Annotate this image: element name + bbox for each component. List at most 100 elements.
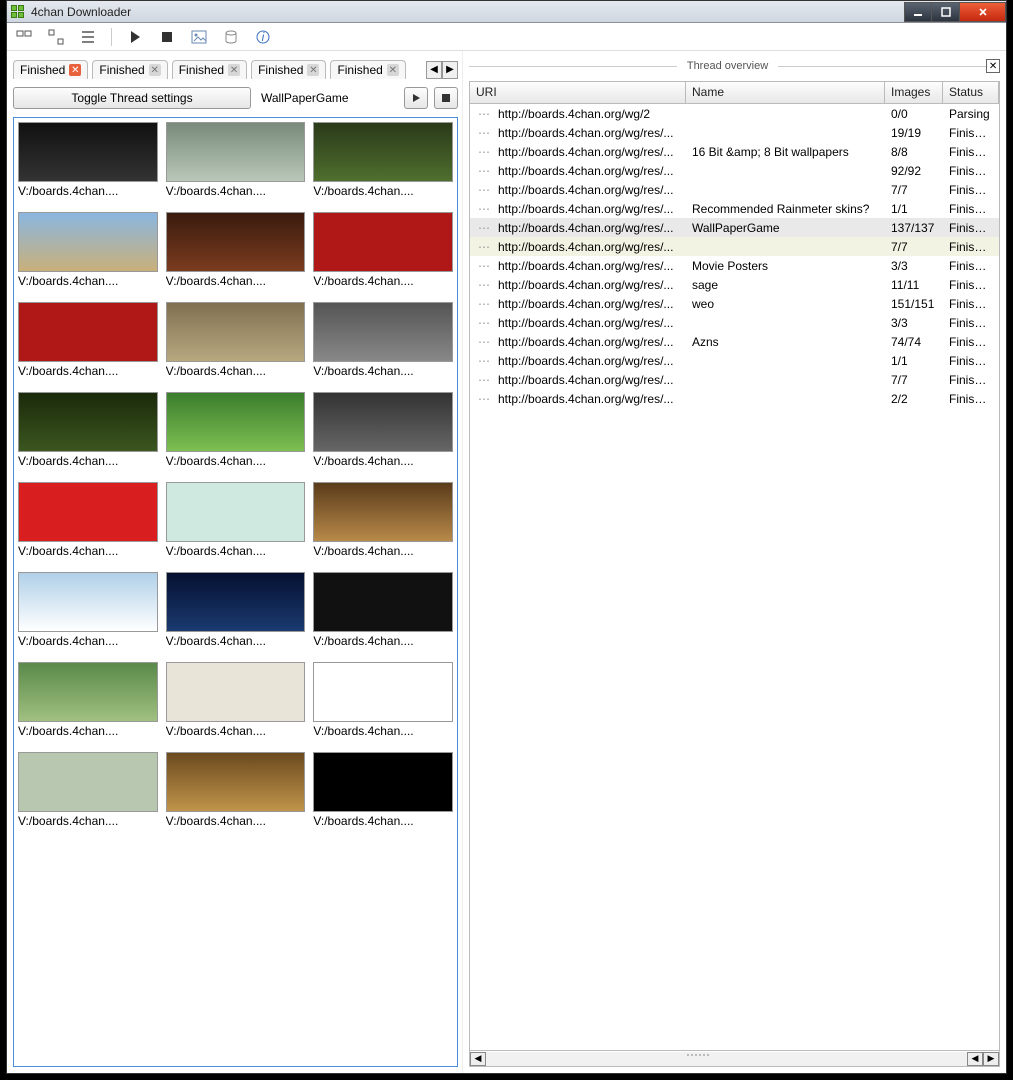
thumbnail-image[interactable] bbox=[18, 662, 158, 722]
col-status[interactable]: Status bbox=[943, 82, 999, 103]
thumbnail-image[interactable] bbox=[166, 392, 306, 452]
thumbnail-item[interactable]: V:/boards.4chan.... bbox=[18, 482, 158, 558]
hscroll-right2[interactable]: ▶ bbox=[983, 1052, 999, 1066]
thumbnail-item[interactable]: V:/boards.4chan.... bbox=[313, 482, 453, 558]
thumbnail-item[interactable]: V:/boards.4chan.... bbox=[166, 752, 306, 828]
table-row[interactable]: ⋯http://boards.4chan.org/wg/res/...16 Bi… bbox=[470, 142, 999, 161]
window-list-icon[interactable] bbox=[15, 28, 33, 46]
col-uri[interactable]: URI bbox=[470, 82, 686, 103]
tab-close-icon[interactable]: ✕ bbox=[149, 64, 161, 76]
tab-1[interactable]: Finished✕ bbox=[92, 60, 167, 79]
tab-2[interactable]: Finished✕ bbox=[172, 60, 247, 79]
thumbnail-item[interactable]: V:/boards.4chan.... bbox=[313, 212, 453, 288]
table-row[interactable]: ⋯http://boards.4chan.org/wg/20/0Parsing bbox=[470, 104, 999, 123]
thumbnail-item[interactable]: V:/boards.4chan.... bbox=[18, 392, 158, 468]
close-button[interactable] bbox=[960, 2, 1006, 22]
tab-0[interactable]: Finished✕ bbox=[13, 60, 88, 79]
table-row[interactable]: ⋯http://boards.4chan.org/wg/res/...Movie… bbox=[470, 256, 999, 275]
tab-close-icon[interactable]: ✕ bbox=[228, 64, 240, 76]
thumbnail-image[interactable] bbox=[166, 212, 306, 272]
thumbnail-item[interactable]: V:/boards.4chan.... bbox=[313, 572, 453, 648]
thumbnail-item[interactable]: V:/boards.4chan.... bbox=[166, 392, 306, 468]
col-images[interactable]: Images bbox=[885, 82, 943, 103]
thumbnail-image[interactable] bbox=[18, 392, 158, 452]
thumbnail-image[interactable] bbox=[166, 662, 306, 722]
tab-3[interactable]: Finished✕ bbox=[251, 60, 326, 79]
thumbnail-item[interactable]: V:/boards.4chan.... bbox=[166, 662, 306, 738]
table-row[interactable]: ⋯http://boards.4chan.org/wg/res/...Azns7… bbox=[470, 332, 999, 351]
db-icon[interactable] bbox=[222, 28, 240, 46]
thumbnail-image[interactable] bbox=[166, 482, 306, 542]
table-row[interactable]: ⋯http://boards.4chan.org/wg/res/...7/7Fi… bbox=[470, 180, 999, 199]
tab-close-icon[interactable]: ✕ bbox=[69, 64, 81, 76]
thumbnail-image[interactable] bbox=[313, 392, 453, 452]
thumbnail-image[interactable] bbox=[313, 572, 453, 632]
thumbnail-image[interactable] bbox=[18, 482, 158, 542]
maximize-button[interactable] bbox=[932, 2, 960, 22]
thumbnail-item[interactable]: V:/boards.4chan.... bbox=[313, 752, 453, 828]
table-row[interactable]: ⋯http://boards.4chan.org/wg/res/...Recom… bbox=[470, 199, 999, 218]
thumbnail-image[interactable] bbox=[313, 302, 453, 362]
table-row[interactable]: ⋯http://boards.4chan.org/wg/res/...19/19… bbox=[470, 123, 999, 142]
thumbnail-item[interactable]: V:/boards.4chan.... bbox=[313, 122, 453, 198]
table-row[interactable]: ⋯http://boards.4chan.org/wg/res/...92/92… bbox=[470, 161, 999, 180]
thumbnail-image[interactable] bbox=[313, 752, 453, 812]
col-name[interactable]: Name bbox=[686, 82, 885, 103]
table-row[interactable]: ⋯http://boards.4chan.org/wg/res/...3/3Fi… bbox=[470, 313, 999, 332]
thumbnail-image[interactable] bbox=[313, 662, 453, 722]
thumbnail-image[interactable] bbox=[166, 752, 306, 812]
tab-scroll-left[interactable]: ◀ bbox=[426, 61, 442, 79]
thumbnail-item[interactable]: V:/boards.4chan.... bbox=[18, 662, 158, 738]
thumbnail-image[interactable] bbox=[313, 482, 453, 542]
tab-close-icon[interactable]: ✕ bbox=[387, 64, 399, 76]
thumbnail-scroll[interactable]: V:/boards.4chan....V:/boards.4chan....V:… bbox=[13, 117, 458, 1067]
tab-4[interactable]: Finished✕ bbox=[330, 60, 405, 79]
thumbnail-image[interactable] bbox=[166, 122, 306, 182]
thumbnail-item[interactable]: V:/boards.4chan.... bbox=[166, 572, 306, 648]
thumbnail-image[interactable] bbox=[18, 572, 158, 632]
thumbnail-item[interactable]: V:/boards.4chan.... bbox=[313, 302, 453, 378]
thumbnail-item[interactable]: V:/boards.4chan.... bbox=[18, 122, 158, 198]
thumbnail-item[interactable]: V:/boards.4chan.... bbox=[313, 662, 453, 738]
thumbnail-image[interactable] bbox=[18, 752, 158, 812]
thumbnail-item[interactable]: V:/boards.4chan.... bbox=[18, 302, 158, 378]
thumbnail-image[interactable] bbox=[18, 302, 158, 362]
thread-play-button[interactable] bbox=[404, 87, 428, 109]
thread-stop-button[interactable] bbox=[434, 87, 458, 109]
hscroll-left[interactable]: ◀ bbox=[470, 1052, 486, 1066]
thumbnail-image[interactable] bbox=[166, 302, 306, 362]
thumbnail-item[interactable]: V:/boards.4chan.... bbox=[166, 212, 306, 288]
thumbnail-item[interactable]: V:/boards.4chan.... bbox=[166, 482, 306, 558]
image-icon[interactable] bbox=[190, 28, 208, 46]
thumbnail-item[interactable]: V:/boards.4chan.... bbox=[166, 302, 306, 378]
tab-close-icon[interactable]: ✕ bbox=[307, 64, 319, 76]
table-row[interactable]: ⋯http://boards.4chan.org/wg/res/...weo15… bbox=[470, 294, 999, 313]
thumbnail-image[interactable] bbox=[166, 572, 306, 632]
thumbnail-item[interactable]: V:/boards.4chan.... bbox=[18, 572, 158, 648]
thumbnail-item[interactable]: V:/boards.4chan.... bbox=[18, 752, 158, 828]
hscroll-right[interactable]: ◀ bbox=[967, 1052, 983, 1066]
stop-icon[interactable] bbox=[158, 28, 176, 46]
info-icon[interactable]: i bbox=[254, 28, 272, 46]
list-icon[interactable] bbox=[79, 28, 97, 46]
table-row[interactable]: ⋯http://boards.4chan.org/wg/res/...7/7Fi… bbox=[470, 237, 999, 256]
table-horizontal-scroll[interactable]: ◀ ◀ ▶ bbox=[470, 1050, 999, 1066]
thumbnail-image[interactable] bbox=[313, 122, 453, 182]
minimize-button[interactable] bbox=[904, 2, 932, 22]
table-row[interactable]: ⋯http://boards.4chan.org/wg/res/...7/7Fi… bbox=[470, 370, 999, 389]
thumbnail-item[interactable]: V:/boards.4chan.... bbox=[166, 122, 306, 198]
table-row[interactable]: ⋯http://boards.4chan.org/wg/res/...2/2Fi… bbox=[470, 389, 999, 408]
thumbnail-image[interactable] bbox=[313, 212, 453, 272]
tab-scroll-right[interactable]: ▶ bbox=[442, 61, 458, 79]
toggle-thread-settings-button[interactable]: Toggle Thread settings bbox=[13, 87, 251, 109]
overview-close-button[interactable]: ✕ bbox=[986, 59, 1000, 73]
thumbnail-item[interactable]: V:/boards.4chan.... bbox=[18, 212, 158, 288]
window-grid-icon[interactable] bbox=[47, 28, 65, 46]
table-row[interactable]: ⋯http://boards.4chan.org/wg/res/...sage1… bbox=[470, 275, 999, 294]
play-icon[interactable] bbox=[126, 28, 144, 46]
thumbnail-image[interactable] bbox=[18, 122, 158, 182]
table-row[interactable]: ⋯http://boards.4chan.org/wg/res/...WallP… bbox=[470, 218, 999, 237]
thumbnail-item[interactable]: V:/boards.4chan.... bbox=[313, 392, 453, 468]
titlebar[interactable]: 4chan Downloader bbox=[7, 1, 1006, 23]
thumbnail-image[interactable] bbox=[18, 212, 158, 272]
